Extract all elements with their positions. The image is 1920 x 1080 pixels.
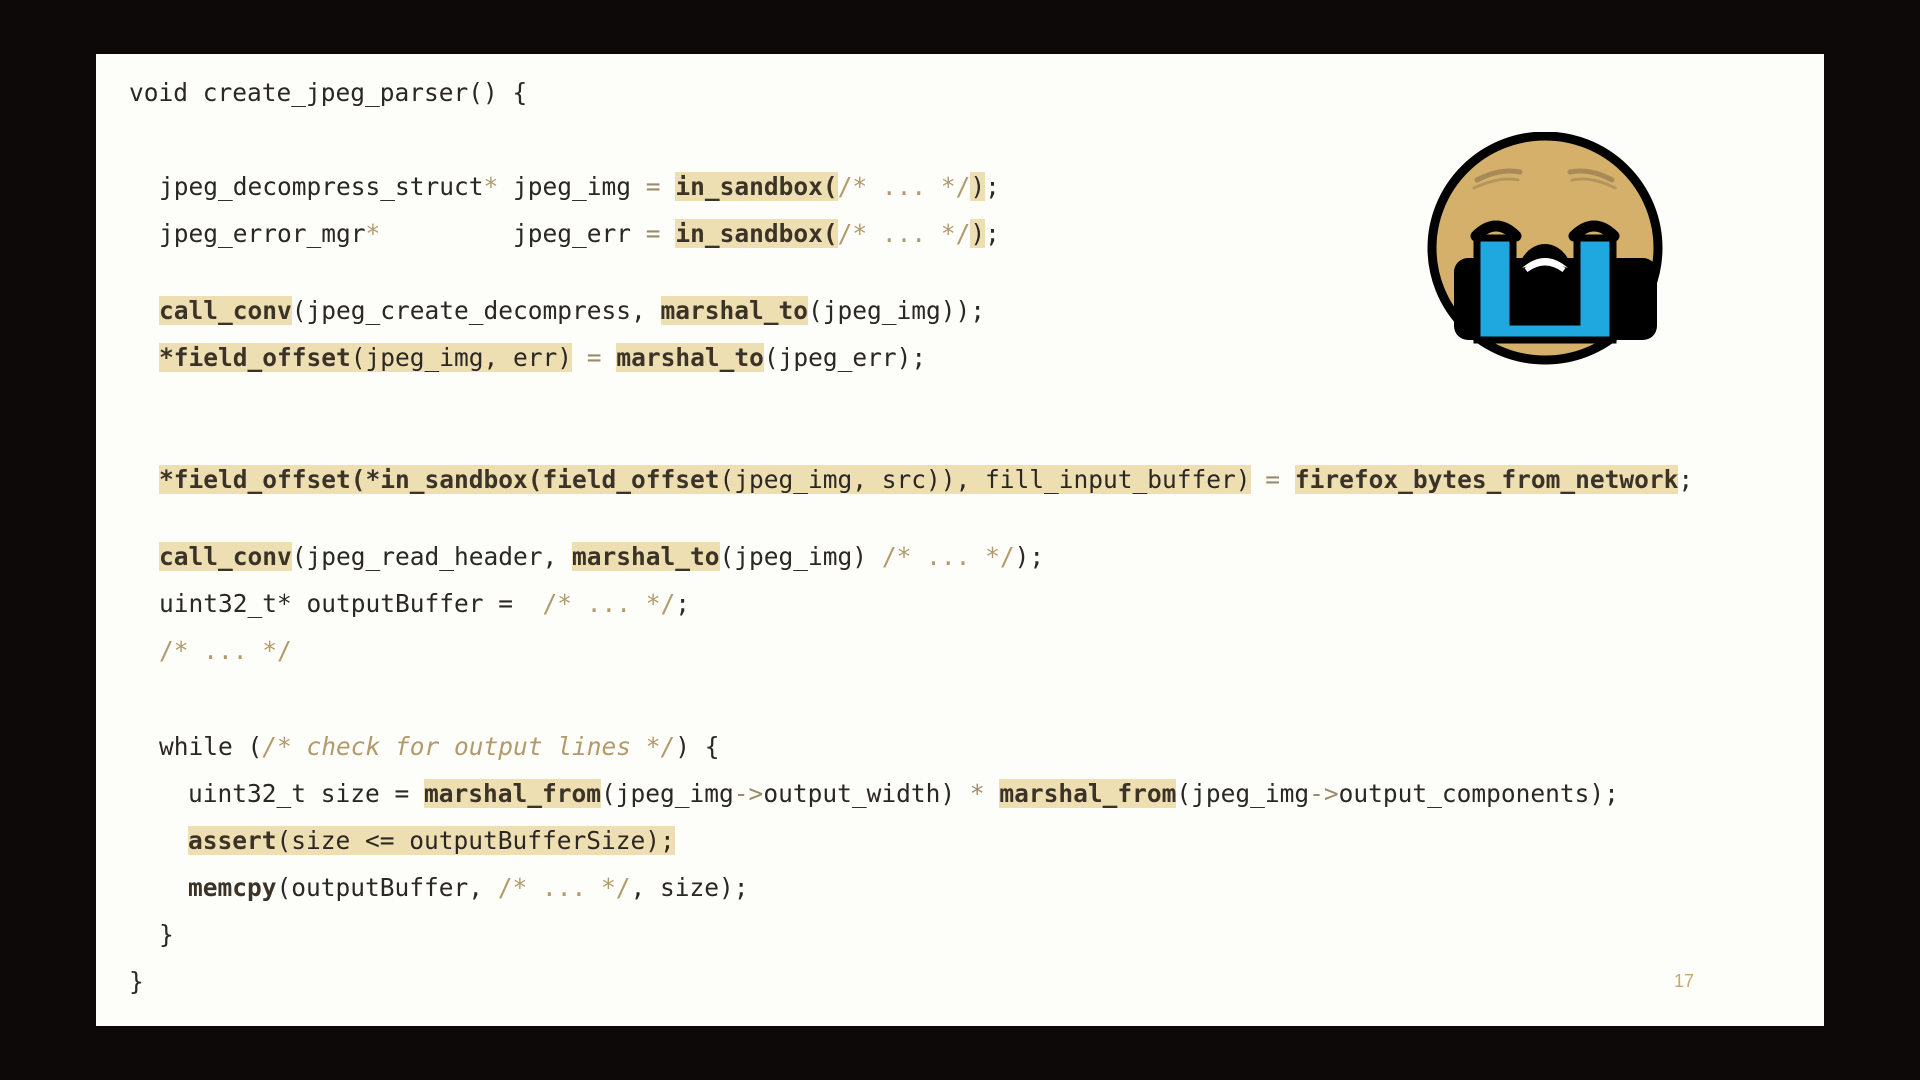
code-text: ); [1014, 542, 1045, 571]
code-text: ; [985, 219, 1000, 248]
code-text: } [159, 920, 174, 949]
code-operator: -> [733, 779, 764, 808]
highlight-firefox-bytes: firefox_bytes_from_network [1294, 465, 1679, 494]
code-operator: * [969, 779, 985, 808]
code-pointer: * [483, 172, 499, 201]
highlight-field-offset-args: (jpeg_img, err) [350, 343, 573, 372]
code-text: while ( [159, 732, 263, 761]
highlight-marshal-from: marshal_from [424, 779, 602, 808]
highlight-call-conv: call_conv [159, 296, 292, 325]
code-text: ) { [675, 732, 720, 761]
code-line-6: *field_offset(*in_sandbox(field_offset(j… [159, 463, 1693, 497]
code-text: uint32_t size = [188, 779, 425, 808]
code-operator: -> [1309, 779, 1339, 808]
code-text: (jpeg_create_decompress, [291, 296, 661, 325]
code-comment: /* check for output lines */ [262, 732, 676, 761]
code-comment: /* ... */ [881, 542, 1015, 571]
loudly-crying-face-icon [1422, 131, 1668, 368]
highlight-field-offset-sandbox: *field_offset(*in_sandbox(field_offset [159, 465, 720, 494]
highlight-in-sandbox: in_sandbox( [675, 219, 838, 248]
highlight-assert: assert [188, 826, 277, 855]
code-line-11: uint32_t size = marshal_from(jpeg_img->o… [188, 777, 1619, 811]
code-text: output_components); [1338, 779, 1619, 808]
page-number: 17 [1673, 971, 1694, 991]
highlight-marshal-to: marshal_to [660, 296, 809, 325]
highlight-in-sandbox: in_sandbox( [675, 172, 838, 201]
code-comment: /* ... */ [497, 873, 631, 902]
code-text: (jpeg_img) [719, 542, 882, 571]
code-operator: = [1265, 465, 1281, 494]
code-text: output_width) [763, 779, 970, 808]
code-text: uint32_t* outputBuffer = [159, 589, 543, 618]
highlight-marshal-from: marshal_from [999, 779, 1177, 808]
code-text: ; [1678, 465, 1694, 494]
code-line-4: call_conv(jpeg_create_decompress, marsha… [159, 294, 985, 328]
code-text: jpeg_error_mgr [159, 219, 366, 248]
code-text: (jpeg_img [601, 779, 734, 808]
highlight-marshal-to: marshal_to [616, 343, 764, 372]
code-line-8: uint32_t* outputBuffer = /* ... */; [159, 587, 690, 621]
code-line-5: *field_offset(jpeg_img, err) = marshal_t… [159, 341, 926, 375]
code-operator: = [645, 172, 661, 201]
code-text: (jpeg_read_header, [291, 542, 573, 571]
code-comment: /* ... */ [159, 636, 292, 665]
code-text: ; [985, 172, 1000, 201]
code-text: jpeg_err [380, 219, 646, 248]
code-line-10: while (/* check for output lines */) { [159, 730, 720, 764]
code-text: jpeg_img [498, 172, 646, 201]
code-text: (jpeg_img [1176, 779, 1310, 808]
code-text: jpeg_decompress_struct [159, 172, 484, 201]
code-line-15: } [129, 965, 144, 999]
highlight-field-offset-args: (jpeg_img, src)), fill_input_buffer) [719, 465, 1251, 494]
code-comment: /* ... */ [837, 219, 971, 248]
code-operator: = [586, 343, 602, 372]
code-line-3: jpeg_error_mgr* jpeg_err = in_sandbox(/*… [159, 217, 1000, 251]
slide: void create_jpeg_parser() { jpeg_decompr… [96, 54, 1824, 1026]
code-line-12: assert(size <= outputBufferSize); [188, 824, 675, 858]
code-text: (outputBuffer, [276, 873, 498, 902]
highlight-field-offset: *field_offset [159, 343, 351, 372]
code-line-13: memcpy(outputBuffer, /* ... */, size); [188, 871, 749, 905]
code-comment: /* ... */ [837, 172, 971, 201]
code-text: } [129, 967, 144, 996]
code-line-9: /* ... */ [159, 634, 292, 668]
code-line-14: } [159, 918, 174, 952]
code-text: , size); [630, 873, 749, 902]
highlight-paren: ) [970, 172, 986, 201]
code-line-2: jpeg_decompress_struct* jpeg_img = in_sa… [159, 170, 1000, 204]
code-line-7: call_conv(jpeg_read_header, marshal_to(j… [159, 540, 1044, 574]
code-text: ; [675, 589, 691, 618]
code-comment: /* ... */ [542, 589, 676, 618]
code-operator: = [645, 219, 661, 248]
code-text: (jpeg_err); [763, 343, 927, 372]
highlight-marshal-to: marshal_to [572, 542, 720, 571]
code-line-1: void create_jpeg_parser() { [129, 76, 527, 110]
highlight-paren: ) [970, 219, 986, 248]
code-text: void create_jpeg_parser() { [129, 78, 528, 107]
highlight-assert-args: (size <= outputBufferSize); [276, 826, 675, 855]
code-pointer: * [365, 219, 381, 248]
highlight-call-conv: call_conv [159, 542, 292, 571]
code-function: memcpy [188, 873, 277, 902]
code-text: (jpeg_img)); [808, 296, 986, 325]
